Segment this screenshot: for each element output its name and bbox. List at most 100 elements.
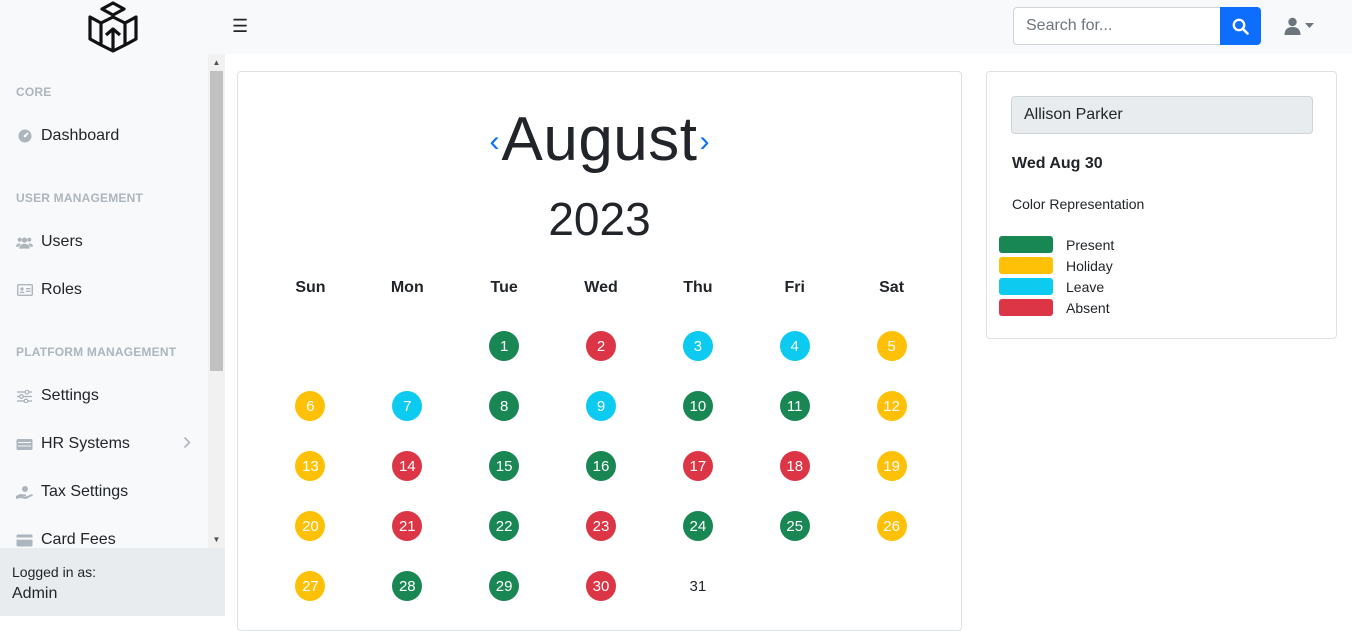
sidebar-item-tax-settings[interactable]: Tax Settings <box>16 477 201 507</box>
calendar-day[interactable]: 22 <box>489 511 520 541</box>
scroll-up-arrow-icon[interactable]: ▲ <box>208 54 225 71</box>
legend-label: Holiday <box>1066 257 1113 274</box>
sidebar: CORE Dashboard USER MANAGEMENT Users Rol… <box>0 54 225 616</box>
calendar-cell: 14 <box>359 436 456 496</box>
calendar-cell: 17 <box>649 436 746 496</box>
calendar-cell <box>746 556 843 616</box>
calendar-day[interactable]: 7 <box>392 391 423 421</box>
weekday-header: Sun Mon Tue Wed Thu Fri Sat <box>262 279 940 297</box>
sidebar-item-hr-systems[interactable]: HR Systems <box>16 429 201 459</box>
calendar-cell: 31 <box>649 556 746 616</box>
calendar-cell <box>262 316 359 376</box>
calendar-day[interactable]: 11 <box>779 391 810 421</box>
sidebar-item-card-fees[interactable]: Card Fees <box>16 525 201 548</box>
calendar-day[interactable]: 29 <box>489 571 520 601</box>
gauge-icon <box>16 128 33 145</box>
calendar-day[interactable]: 3 <box>682 331 713 361</box>
calendar-week-row: 1 2 3 4 5 <box>262 316 940 376</box>
calendar-day[interactable]: 21 <box>392 511 423 541</box>
attendance-info-card: Allison Parker Wed Aug 30 Color Represen… <box>986 71 1337 339</box>
calendar-day[interactable]: 5 <box>876 331 907 361</box>
calendar-day[interactable]: 10 <box>682 391 713 421</box>
calendar-cell: 30 <box>553 556 650 616</box>
calendar-day[interactable]: 4 <box>779 331 810 361</box>
calendar-cell: 9 <box>553 376 650 436</box>
sidebar-heading-core: CORE <box>16 85 52 99</box>
calendar-day[interactable]: 9 <box>586 391 616 421</box>
next-month-button[interactable]: › <box>698 125 712 159</box>
legend-swatch <box>999 257 1053 274</box>
server-icon <box>16 436 33 453</box>
month-title: August <box>501 104 698 174</box>
caret-down-icon <box>1305 23 1314 28</box>
sidebar-heading-platform-management: PLATFORM MANAGEMENT <box>16 345 177 359</box>
calendar-day[interactable]: 24 <box>682 511 713 541</box>
sidebar-toggle-button[interactable]: ☰ <box>232 15 250 37</box>
calendar-cell: 13 <box>262 436 359 496</box>
users-icon <box>16 234 33 251</box>
calendar-day[interactable]: 1 <box>489 331 520 361</box>
calendar-day[interactable]: 31 <box>683 571 713 601</box>
calendar-day[interactable]: 17 <box>682 451 713 481</box>
calendar-day[interactable]: 2 <box>586 331 616 361</box>
sidebar-menu: CORE Dashboard USER MANAGEMENT Users Rol… <box>0 54 208 548</box>
legend-swatch <box>999 236 1053 253</box>
calendar-cell: 29 <box>456 556 553 616</box>
sliders-icon <box>16 388 33 405</box>
calendar-day[interactable]: 12 <box>876 391 907 421</box>
card-icon <box>16 532 33 549</box>
legend-item: Absent <box>999 297 1114 318</box>
calendar-cell: 23 <box>553 496 650 556</box>
calendar-week-row: 13 14 15 16 17 18 19 <box>262 436 940 496</box>
sidebar-item-label: HR Systems <box>41 435 130 452</box>
calendar-day[interactable]: 14 <box>392 451 423 481</box>
search-icon <box>1232 18 1249 35</box>
calendar-day[interactable]: 26 <box>876 511 907 541</box>
calendar-day[interactable]: 16 <box>586 451 616 481</box>
prev-month-button[interactable]: ‹ <box>487 125 501 159</box>
calendar-cell: 26 <box>843 496 940 556</box>
calendar-day[interactable]: 13 <box>295 451 326 481</box>
sidebar-item-settings[interactable]: Settings <box>16 381 201 411</box>
calendar-day[interactable]: 15 <box>489 451 520 481</box>
search-button[interactable] <box>1220 7 1261 45</box>
calendar-week-row: 6 7 8 9 10 11 12 <box>262 376 940 436</box>
calendar-cell: 22 <box>456 496 553 556</box>
sidebar-item-label: Dashboard <box>41 127 120 144</box>
search-input[interactable] <box>1013 7 1220 45</box>
sidebar-item-label: Tax Settings <box>41 483 129 500</box>
sidebar-item-roles[interactable]: Roles <box>16 275 201 305</box>
legend-label: Present <box>1066 236 1115 253</box>
calendar-cell: 10 <box>649 376 746 436</box>
brand-logo[interactable] <box>84 0 142 54</box>
weekday-label: Mon <box>390 279 424 296</box>
calendar-day[interactable]: 6 <box>295 391 326 421</box>
calendar-day[interactable]: 27 <box>295 571 326 601</box>
weekday-label: Tue <box>490 279 518 296</box>
sidebar-item-users[interactable]: Users <box>16 227 201 257</box>
calendar-day[interactable]: 18 <box>779 451 810 481</box>
top-navbar: ☰ <box>0 0 1352 54</box>
scroll-down-arrow-icon[interactable]: ▼ <box>208 531 225 548</box>
sidebar-scrollbar[interactable]: ▲ ▼ <box>208 54 225 548</box>
scrollbar-thumb[interactable] <box>210 71 223 371</box>
user-dropdown[interactable] <box>1284 14 1320 38</box>
calendar-cell: 4 <box>746 316 843 376</box>
calendar-day[interactable]: 28 <box>392 571 423 601</box>
chevron-right-icon <box>183 436 191 454</box>
calendar-day[interactable]: 25 <box>779 511 810 541</box>
calendar-day[interactable]: 20 <box>295 511 326 541</box>
hand-coin-icon <box>16 484 33 501</box>
sidebar-item-dashboard[interactable]: Dashboard <box>16 121 201 151</box>
month-header: ‹ August › <box>238 104 961 174</box>
employee-name-field[interactable]: Allison Parker <box>1011 96 1313 134</box>
calendar-cell: 8 <box>456 376 553 436</box>
legend-label: Leave <box>1066 278 1105 295</box>
calendar-cell: 18 <box>746 436 843 496</box>
calendar-day[interactable]: 8 <box>489 391 520 421</box>
calendar-day[interactable]: 30 <box>586 571 616 601</box>
calendar-cell: 7 <box>359 376 456 436</box>
selected-date: Wed Aug 30 <box>1012 155 1103 172</box>
calendar-day[interactable]: 23 <box>586 511 616 541</box>
calendar-day[interactable]: 19 <box>876 451 907 481</box>
